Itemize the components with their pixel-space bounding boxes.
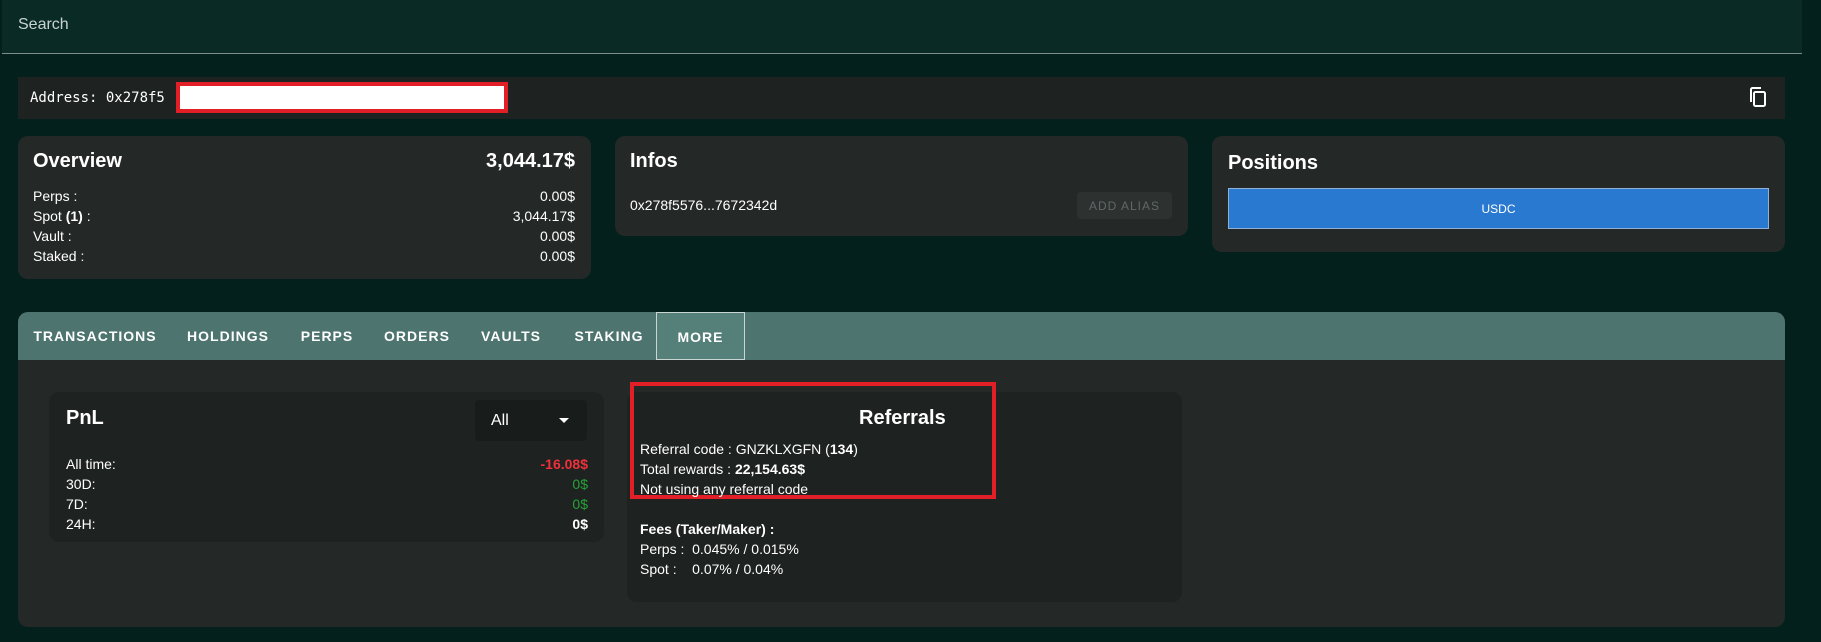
pnl-title: PnL [66,407,104,429]
pnl-range-value: All [491,412,509,429]
row-label: Vault : [33,228,72,244]
address-text: Address: 0x278f5 [30,90,165,106]
address-bar: Address: 0x278f5 [18,77,1785,119]
fees-spot: Spot : 0.07% / 0.04% [640,561,784,577]
row-value: 0.00$ [539,248,575,264]
infos-card: Infos 0x278f5576...7672342d ADD ALIAS [615,136,1188,236]
positions-title: Positions [1228,152,1319,174]
tab-holdings[interactable]: HOLDINGS [186,312,270,360]
overview-row-perps: Perps : 0.00$ [33,186,575,206]
pnl-row-30d: 30D: 0$ [66,476,588,492]
caret-down-icon [559,418,569,423]
tab-perps[interactable]: PERPS [299,312,355,360]
tab-more[interactable]: MORE [656,312,745,360]
referrals-card: Referrals Referral code : GNZKLXGFN (134… [627,382,1182,602]
row-value: 0.00$ [539,188,575,204]
not-using-line: Not using any referral code [640,481,809,497]
tab-vaults[interactable]: VAULTS [479,312,543,360]
overview-row-staked: Staked : 0.00$ [33,246,575,266]
tab-staking[interactable]: STAKING [572,312,646,360]
pnl-card: PnL All All time: -16.08$ 30D: 0$ 7D: 0$… [49,392,604,542]
overview-row-vault: Vault : 0.00$ [33,226,575,246]
row-value: 0.00$ [539,228,575,244]
tabs-panel: TRANSACTIONS HOLDINGS PERPS ORDERS VAULT… [18,312,1785,627]
fees-title: Fees (Taker/Maker) : [640,521,775,537]
total-rewards-line: Total rewards : 22,154.63$ [640,461,806,477]
positions-card: Positions USDC [1212,136,1785,252]
infos-title: Infos [630,150,678,172]
overview-total: 3,044.17$ [486,150,575,172]
copy-icon[interactable] [1747,86,1771,110]
add-alias-button[interactable]: ADD ALIAS [1077,192,1172,219]
referrals-title: Referrals [859,407,946,429]
referral-code-line: Referral code : GNZKLXGFN (134) [640,441,858,457]
redaction-box [176,82,508,113]
pnl-list: All time: -16.08$ 30D: 0$ 7D: 0$ 24H: 0$ [66,454,588,534]
usdc-position-button[interactable]: USDC [1228,188,1769,229]
pnl-row-all-time: All time: -16.08$ [66,456,588,472]
pnl-range-select[interactable]: All [475,400,587,441]
tab-transactions[interactable]: TRANSACTIONS [33,312,157,360]
pnl-row-7d: 7D: 0$ [66,496,588,512]
overview-card: Overview 3,044.17$ Perps : 0.00$ Spot (1… [18,136,591,279]
row-label: Spot (1) : [33,208,91,224]
overview-list: Perps : 0.00$ Spot (1) : 3,044.17$ Vault… [33,186,575,266]
overview-title: Overview [33,150,122,172]
short-address: 0x278f5576...7672342d [630,197,778,213]
tabs-bar: TRANSACTIONS HOLDINGS PERPS ORDERS VAULT… [18,312,1785,360]
fees-perps: Perps : 0.045% / 0.015% [640,541,799,557]
row-label: Staked : [33,248,85,264]
overview-row-spot: Spot (1) : 3,044.17$ [33,206,575,226]
row-value: 3,044.17$ [512,208,575,224]
row-label: Perps : [33,188,78,204]
tab-orders[interactable]: ORDERS [384,312,450,360]
search-input[interactable]: Search [18,16,69,34]
pnl-row-24h: 24H: 0$ [66,516,588,532]
search-bar[interactable]: Search [2,0,1802,54]
